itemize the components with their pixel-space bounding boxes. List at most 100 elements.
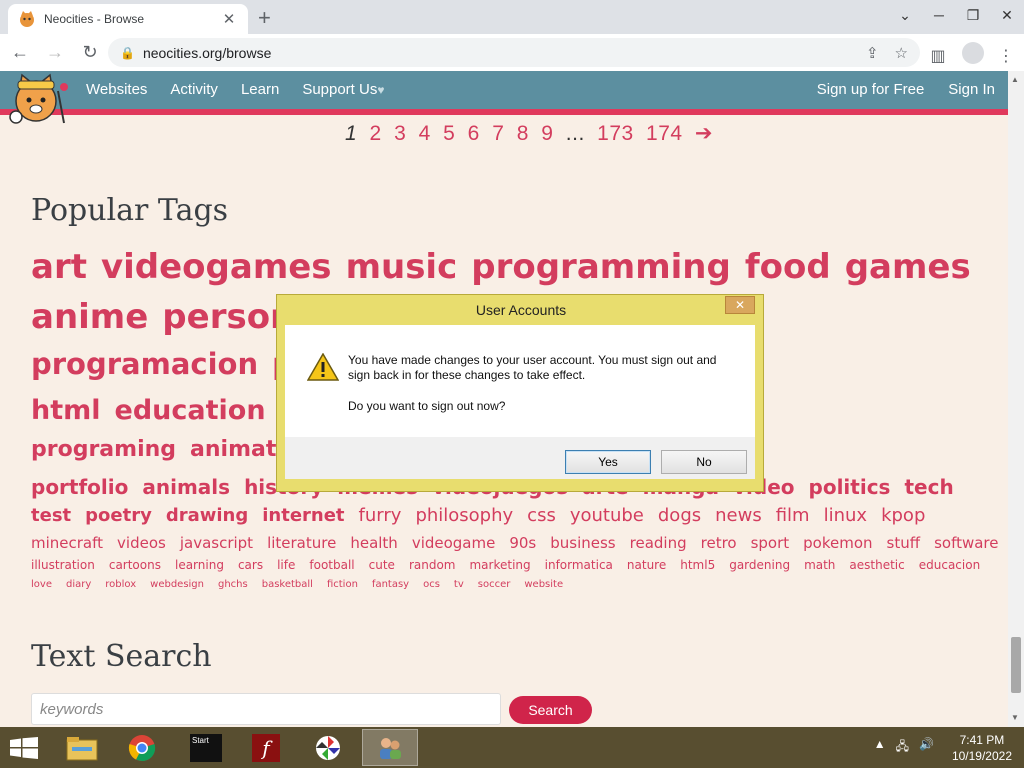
tag-link[interactable]: poetry	[85, 505, 152, 526]
share-icon[interactable]: ⇪	[866, 44, 879, 62]
next-arrow-icon[interactable]: ➔	[695, 122, 713, 145]
browser-tab[interactable]: Neocities - Browse ✕	[8, 4, 248, 34]
tag-link[interactable]: basketball	[262, 579, 313, 590]
tag-link[interactable]: css	[527, 505, 556, 526]
tag-link[interactable]: ghchs	[218, 579, 248, 590]
search-input[interactable]: keywords	[31, 693, 501, 725]
tag-link[interactable]: animals	[142, 475, 230, 499]
tag-link[interactable]: business	[550, 534, 615, 552]
tag-link[interactable]: soccer	[478, 579, 511, 590]
tag-link[interactable]: football	[309, 558, 354, 572]
bookmark-star-icon[interactable]: ☆	[895, 44, 908, 62]
tag-link[interactable]: food	[745, 247, 831, 287]
volume-icon[interactable]: 🔊	[919, 737, 934, 758]
tag-link[interactable]: games	[845, 247, 971, 287]
tag-link[interactable]: videogame	[412, 534, 496, 552]
page-scrollbar[interactable]: ▲ ▼	[1008, 71, 1024, 727]
pinwheel-app-icon[interactable]	[300, 729, 356, 766]
tag-link[interactable]: politics	[809, 475, 891, 499]
tag-link[interactable]: philosophy	[415, 505, 513, 526]
tag-link[interactable]: programacion	[31, 347, 258, 381]
tag-link[interactable]: random	[409, 558, 456, 572]
tag-link[interactable]: news	[715, 505, 762, 526]
tag-link[interactable]: math	[804, 558, 835, 572]
nav-support-us[interactable]: Support Us♥	[302, 81, 384, 98]
tag-link[interactable]: pokemon	[803, 534, 872, 552]
tag-link[interactable]: stuff	[887, 534, 921, 552]
tag-link[interactable]: dogs	[658, 505, 701, 526]
tag-link[interactable]: aesthetic	[849, 558, 904, 572]
clock[interactable]: 7:41 PM 10/19/2022	[952, 732, 1012, 764]
tag-link[interactable]: sport	[751, 534, 790, 552]
tag-link[interactable]: anime	[31, 297, 148, 337]
page-link[interactable]: 5	[443, 122, 455, 145]
tag-link[interactable]: health	[350, 534, 397, 552]
tag-link[interactable]: videogames	[101, 247, 332, 287]
tag-link[interactable]: educacion	[919, 558, 980, 572]
lock-icon[interactable]: 🔒	[120, 46, 135, 60]
tag-link[interactable]: tech	[904, 475, 953, 499]
back-icon[interactable]: ←	[5, 42, 35, 63]
dialog-close-button[interactable]: ✕	[725, 296, 755, 314]
tag-link[interactable]: ocs	[423, 579, 440, 590]
tag-link[interactable]: tv	[454, 579, 464, 590]
tag-link[interactable]: retro	[701, 534, 737, 552]
tag-link[interactable]: fiction	[327, 579, 358, 590]
menu-icon[interactable]: ⋮	[996, 46, 1016, 66]
scroll-down-icon[interactable]: ▼	[1011, 713, 1019, 722]
tag-link[interactable]: furry	[359, 505, 402, 526]
page-link[interactable]: 3	[394, 122, 406, 145]
tag-link[interactable]: diary	[66, 579, 91, 590]
tag-link[interactable]: nature	[627, 558, 666, 572]
search-button[interactable]: Search	[509, 696, 592, 724]
tab-search-icon[interactable]: ⌄	[888, 0, 922, 34]
tag-link[interactable]: love	[31, 579, 52, 590]
scroll-thumb[interactable]	[1011, 637, 1021, 693]
nav-websites[interactable]: Websites	[86, 81, 147, 98]
signin-link[interactable]: Sign In	[948, 81, 995, 98]
close-tab-icon[interactable]: ✕	[220, 10, 238, 28]
page-link[interactable]: 173	[597, 122, 634, 145]
tag-link[interactable]: cars	[238, 558, 263, 572]
tag-link[interactable]: informatica	[545, 558, 613, 572]
address-bar[interactable]: 🔒 neocities.org/browse ⇪ ☆	[108, 38, 920, 67]
start-app-icon[interactable]: Start	[178, 729, 234, 766]
tag-link[interactable]: portfolio	[31, 475, 128, 499]
tag-link[interactable]: film	[776, 505, 810, 526]
tag-link[interactable]: youtube	[570, 505, 644, 526]
tag-link[interactable]: test	[31, 505, 71, 526]
tag-link[interactable]: programming	[471, 247, 731, 287]
no-button[interactable]: No	[661, 450, 747, 474]
nav-activity[interactable]: Activity	[170, 81, 218, 98]
tag-link[interactable]: cartoons	[109, 558, 161, 572]
tag-link[interactable]: html	[31, 395, 101, 426]
tag-link[interactable]: drawing	[166, 505, 248, 526]
yes-button[interactable]: Yes	[565, 450, 651, 474]
profile-avatar[interactable]	[962, 42, 984, 69]
tag-link[interactable]: cute	[369, 558, 395, 572]
page-link[interactable]: 174	[646, 122, 683, 145]
tag-link[interactable]: 90s	[509, 534, 536, 552]
tag-link[interactable]: reading	[630, 534, 687, 552]
tag-link[interactable]: marketing	[469, 558, 530, 572]
signup-link[interactable]: Sign up for Free	[817, 81, 925, 98]
flash-player-icon[interactable]: f	[238, 729, 294, 766]
tag-link[interactable]: fantasy	[372, 579, 409, 590]
tag-link[interactable]: kpop	[881, 505, 925, 526]
tag-link[interactable]: literature	[267, 534, 336, 552]
page-link[interactable]: 2	[370, 122, 382, 145]
tag-link[interactable]: education	[115, 395, 266, 426]
tag-link[interactable]: programing	[31, 437, 176, 462]
page-link[interactable]: 6	[468, 122, 480, 145]
tag-link[interactable]: gardening	[729, 558, 790, 572]
tag-link[interactable]: life	[277, 558, 295, 572]
tag-link[interactable]: roblox	[105, 579, 136, 590]
user-accounts-taskbar-icon[interactable]	[362, 729, 418, 766]
tag-link[interactable]: learning	[175, 558, 224, 572]
tag-link[interactable]: webdesign	[150, 579, 204, 590]
tag-link[interactable]: software	[934, 534, 998, 552]
reload-icon[interactable]: ↻	[75, 42, 105, 63]
minimize-icon[interactable]: ─	[922, 0, 956, 34]
tag-link[interactable]: linux	[824, 505, 867, 526]
neocities-logo-icon[interactable]	[2, 73, 72, 127]
